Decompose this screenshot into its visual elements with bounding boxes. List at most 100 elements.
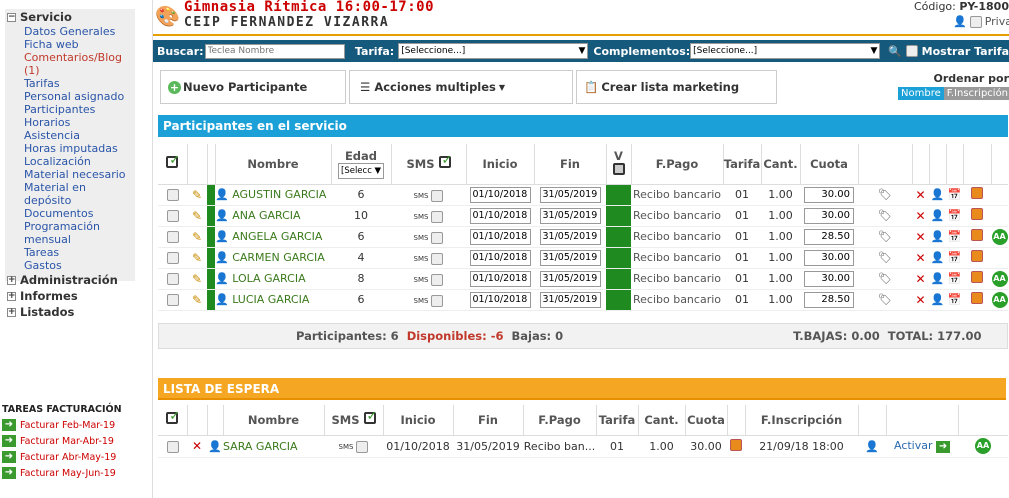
edit-icon[interactable]: ✎ [192, 293, 202, 307]
sms-checkbox[interactable] [431, 189, 444, 202]
facturar-link[interactable]: ➜ Facturar May-Jun-19 [2, 465, 152, 481]
sidebar-item-tarifas[interactable]: Tarifas [5, 77, 135, 90]
calendar-icon[interactable]: 📅 [948, 251, 962, 264]
espera-col-cuota[interactable]: Cuota [685, 405, 728, 435]
espera-col-finscripcion[interactable]: F.Inscripción [745, 405, 859, 435]
sms-checkbox[interactable] [356, 441, 369, 453]
delete-icon[interactable]: ✕ [192, 439, 202, 453]
sidebar-item-comentarios-blog-1[interactable]: Comentarios/Blog (1) [5, 51, 135, 77]
sidebar-item-asistencia[interactable]: Asistencia [5, 129, 135, 142]
sidebar-item-datos-generales[interactable]: Datos Generales [5, 25, 135, 38]
participant-name[interactable]: CARMEN GARCIA [232, 251, 325, 264]
facturar-link[interactable]: ➜ Facturar Abr-May-19 [2, 449, 152, 465]
privado-checkbox[interactable] [969, 15, 982, 28]
sidebar-item-tareas[interactable]: Tareas [5, 246, 135, 259]
sms-checkbox[interactable] [431, 252, 444, 265]
search-icon[interactable]: 🔍 [888, 45, 902, 58]
col-tarifa[interactable]: Tarifa [723, 144, 762, 184]
collapse-icon[interactable]: − [7, 12, 16, 22]
activar-link[interactable]: Activar ➜ [886, 435, 958, 457]
ordenar-nombre-button[interactable]: Nombre [898, 87, 944, 100]
edit-icon[interactable]: ✎ [192, 188, 202, 202]
delete-icon[interactable]: ✕ [915, 293, 925, 307]
inicio-date-input[interactable]: 01/10/2018 [469, 270, 531, 287]
participant-name[interactable]: LUCIA GARCIA [232, 293, 309, 306]
sms-checkbox[interactable] [431, 231, 444, 244]
tag-icon[interactable]: 🏷 [878, 209, 892, 222]
sidebar-item-localizaci-n[interactable]: Localización [5, 155, 135, 168]
espera-col-nombre[interactable]: Nombre [223, 405, 325, 435]
row-checkbox[interactable] [166, 231, 179, 243]
aa-badge-icon[interactable]: AA [991, 270, 1008, 287]
col-cant[interactable]: Cant. [761, 144, 801, 184]
sidebar-item-gastos[interactable]: Gastos [5, 259, 135, 272]
fin-date-input[interactable]: 31/05/2019 [539, 186, 601, 203]
expand-icon[interactable]: + [7, 275, 16, 285]
espera-name[interactable]: SARA GARCIA [223, 435, 324, 457]
search-input[interactable] [204, 43, 345, 59]
participant-name[interactable]: ANA GARCIA [232, 209, 300, 222]
v-all-checkbox[interactable] [612, 163, 625, 176]
aa-badge-icon[interactable]: AA [991, 291, 1008, 308]
inicio-date-input[interactable]: 01/10/2018 [469, 291, 531, 308]
menu-group-servicio[interactable]: − Servicio [5, 9, 135, 25]
inicio-date-input[interactable]: 01/10/2018 [469, 186, 531, 203]
tag-icon[interactable]: 🏷 [878, 230, 892, 243]
facturar-link[interactable]: ➜ Facturar Mar-Abr-19 [2, 433, 152, 449]
rss-icon[interactable] [730, 438, 742, 451]
delete-icon[interactable]: ✕ [915, 188, 925, 202]
sms-checkbox[interactable] [431, 294, 444, 307]
user-help-icon[interactable]: 👤 [865, 440, 879, 453]
rss-icon[interactable] [971, 229, 983, 241]
sidebar-item-programaci-n-mensual[interactable]: Programación mensual [5, 220, 135, 246]
row-checkbox[interactable] [166, 273, 179, 285]
cuota-input[interactable]: 28.50 [804, 228, 854, 245]
row-checkbox[interactable] [166, 210, 179, 222]
rss-icon[interactable] [971, 187, 983, 199]
aa-badge-icon[interactable]: AA [991, 228, 1008, 245]
calendar-icon[interactable]: 📅 [948, 272, 962, 285]
calendar-icon[interactable]: 📅 [948, 188, 962, 201]
cuota-input[interactable]: 30.00 [804, 270, 854, 287]
calendar-icon[interactable]: 📅 [948, 230, 962, 243]
fin-date-input[interactable]: 31/05/2019 [539, 291, 601, 308]
fin-date-input[interactable]: 31/05/2019 [539, 249, 601, 266]
espera-select-all-checkbox[interactable]: ✓ [166, 409, 180, 425]
user-help-icon[interactable]: 👤 [931, 251, 945, 264]
row-checkbox[interactable] [166, 440, 179, 453]
tarifa-select[interactable]: [Seleccione...] ▼ [398, 43, 589, 59]
sms-all-checkbox[interactable]: ✓ [438, 153, 452, 169]
row-checkbox[interactable] [166, 189, 179, 201]
calendar-icon[interactable]: 📅 [948, 293, 962, 306]
sidebar-item-ficha-web[interactable]: Ficha web [5, 38, 135, 51]
sidebar-item-participantes[interactable]: Participantes [5, 103, 135, 116]
aa-badge-icon[interactable]: AA [975, 438, 991, 454]
espera-col-fpago[interactable]: F.Pago [523, 405, 597, 435]
rss-icon[interactable] [971, 271, 983, 283]
delete-icon[interactable]: ✕ [915, 209, 925, 223]
menu-group-informes[interactable]: + Informes [5, 288, 135, 304]
rss-icon[interactable] [971, 292, 983, 304]
sms-checkbox[interactable] [431, 210, 444, 223]
user-help-icon[interactable]: 👤 [931, 188, 945, 201]
user-help-icon[interactable]: 👤 [931, 272, 945, 285]
col-fpago[interactable]: F.Pago [631, 144, 724, 184]
edit-icon[interactable]: ✎ [192, 272, 202, 286]
espera-col-fin[interactable]: Fin [453, 405, 524, 435]
participant-name[interactable]: ANGELA GARCIA [232, 230, 322, 243]
nuevo-participante-button[interactable]: + Nuevo Participante [160, 70, 346, 104]
sidebar-item-material-necesario[interactable]: Material necesario [5, 168, 135, 181]
row-checkbox[interactable] [166, 294, 179, 306]
inicio-date-input[interactable]: 01/10/2018 [469, 207, 531, 224]
edit-icon[interactable]: ✎ [192, 209, 202, 223]
menu-group-administracion[interactable]: + Administración [5, 272, 135, 288]
rss-icon[interactable] [971, 208, 983, 220]
edit-icon[interactable]: ✎ [192, 251, 202, 265]
row-checkbox[interactable] [166, 252, 179, 264]
complementos-select[interactable]: [Seleccione...] ▼ [690, 43, 881, 59]
cuota-input[interactable]: 30.00 [804, 249, 854, 266]
tag-icon[interactable]: 🏷 [878, 272, 892, 285]
facturar-link[interactable]: ➜ Facturar Feb-Mar-19 [2, 417, 152, 433]
rss-icon[interactable] [971, 250, 983, 262]
select-all-checkbox[interactable]: ✓ [166, 153, 180, 169]
